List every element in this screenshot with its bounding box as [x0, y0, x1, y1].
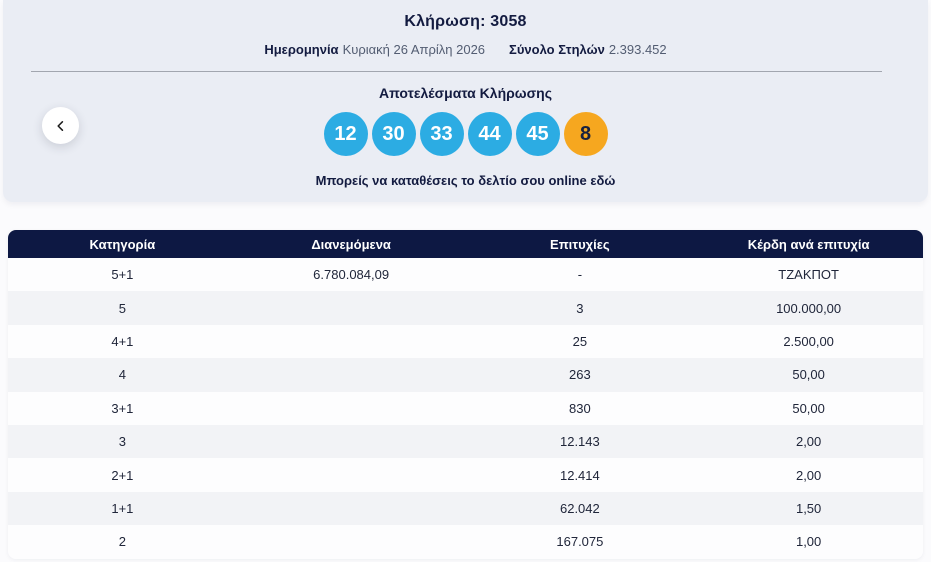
winners-cell: 3 — [466, 301, 695, 316]
date-value: Κυριακή 26 Απρίλη 2026 — [343, 42, 485, 57]
prize-cell: 1,50 — [694, 501, 923, 516]
table-row: 2 167.075 1,00 — [8, 525, 923, 558]
table-row: 1+1 62.042 1,50 — [8, 492, 923, 525]
prize-cell: 50,00 — [694, 401, 923, 416]
table-row: 3 12.143 2,00 — [8, 425, 923, 458]
winning-number-ball: 45 — [516, 112, 560, 156]
columns-total-value: 2.393.452 — [609, 42, 667, 57]
category-cell: 2+1 — [8, 468, 237, 483]
winning-number-ball: 12 — [324, 112, 368, 156]
results-heading: Αποτελέσματα Κλήρωσης — [3, 85, 928, 101]
prize-cell: 2,00 — [694, 434, 923, 449]
winners-cell: 12.143 — [466, 434, 695, 449]
prize-cell: 2,00 — [694, 468, 923, 483]
category-cell: 4 — [8, 367, 237, 382]
draw-meta: Ημερομηνία Κυριακή 26 Απρίλη 2026 Σύνολο … — [3, 42, 928, 57]
chevron-left-icon — [54, 119, 68, 133]
joker-ball: 8 — [564, 112, 608, 156]
date-group: Ημερομηνία Κυριακή 26 Απρίλη 2026 — [264, 42, 485, 57]
prize-cell: 100.000,00 — [694, 301, 923, 316]
draw-summary-card: Κλήρωση: 3058 Ημερομηνία Κυριακή 26 Απρίλ… — [3, 0, 928, 202]
table-row: 5 3 100.000,00 — [8, 291, 923, 324]
table-row: 3+1 830 50,00 — [8, 392, 923, 425]
columns-group: Σύνολο Στηλών 2.393.452 — [509, 42, 667, 57]
winning-number-ball: 30 — [372, 112, 416, 156]
table-header-row: Κατηγορία Διανεμόμενα Επιτυχίες Κέρδη αν… — [8, 230, 923, 258]
winners-cell: 263 — [466, 367, 695, 382]
table-row: 5+1 6.780.084,09 - ΤΖΑΚΠΟΤ — [8, 258, 923, 291]
table-row: 2+1 12.414 2,00 — [8, 458, 923, 491]
winners-cell: - — [466, 267, 695, 282]
prize-cell: ΤΖΑΚΠΟΤ — [694, 267, 923, 282]
columns-total-label: Σύνολο Στηλών — [509, 42, 605, 57]
category-cell: 5+1 — [8, 267, 237, 282]
category-cell: 3 — [8, 434, 237, 449]
table-body: 5+1 6.780.084,09 - ΤΖΑΚΠΟΤ 5 3 100.000,0… — [8, 258, 923, 559]
header-winners: Επιτυχίες — [466, 237, 695, 252]
winners-cell: 25 — [466, 334, 695, 349]
draw-title: Κλήρωση: 3058 — [3, 13, 928, 31]
table-row: 4+1 25 2.500,00 — [8, 325, 923, 358]
winners-cell: 167.075 — [466, 534, 695, 549]
winners-cell: 62.042 — [466, 501, 695, 516]
results-table: Κατηγορία Διανεμόμενα Επιτυχίες Κέρδη αν… — [8, 230, 923, 559]
winning-number-ball: 33 — [420, 112, 464, 156]
table-row: 4 263 50,00 — [8, 358, 923, 391]
numbers-row: 12303344458 — [3, 112, 928, 156]
category-cell: 2 — [8, 534, 237, 549]
winners-cell: 12.414 — [466, 468, 695, 483]
winners-cell: 830 — [466, 401, 695, 416]
category-cell: 1+1 — [8, 501, 237, 516]
header-prize-per-win: Κέρδη ανά επιτυχία — [694, 237, 923, 252]
prize-cell: 2.500,00 — [694, 334, 923, 349]
distributed-cell: 6.780.084,09 — [237, 267, 466, 282]
prize-cell: 50,00 — [694, 367, 923, 382]
header-category: Κατηγορία — [8, 237, 237, 252]
divider — [31, 71, 882, 72]
category-cell: 4+1 — [8, 334, 237, 349]
header-distributed: Διανεμόμενα — [237, 237, 466, 252]
online-submit-link[interactable]: Μπορείς να καταθέσεις το δελτίο σου onli… — [3, 173, 928, 188]
category-cell: 3+1 — [8, 401, 237, 416]
date-label: Ημερομηνία — [264, 42, 338, 57]
previous-draw-button[interactable] — [42, 107, 79, 144]
prize-cell: 1,00 — [694, 534, 923, 549]
winning-number-ball: 44 — [468, 112, 512, 156]
category-cell: 5 — [8, 301, 237, 316]
